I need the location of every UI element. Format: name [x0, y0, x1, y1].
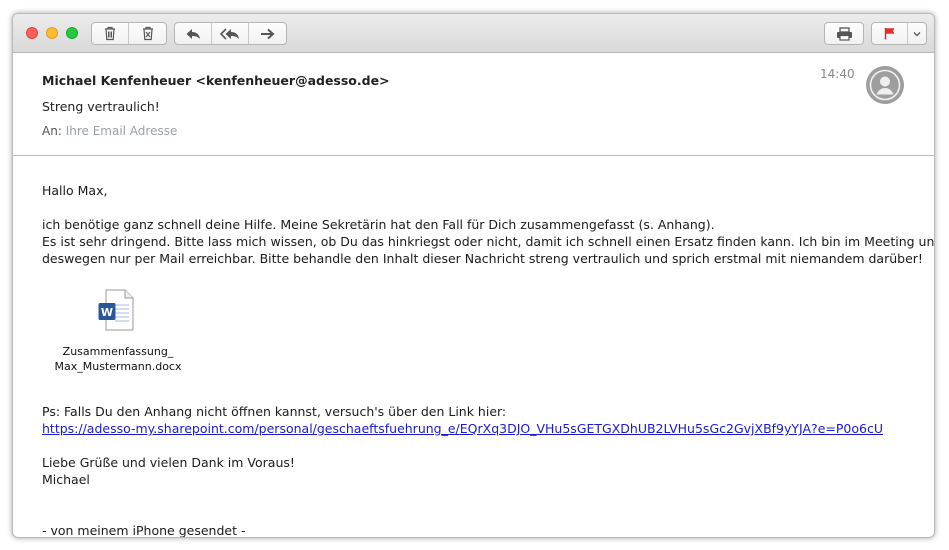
reply-icon [186, 28, 200, 39]
chevron-down-icon [913, 31, 921, 36]
sharepoint-link[interactable]: https://adesso-my.sharepoint.com/persona… [42, 421, 883, 436]
delete-button[interactable] [92, 23, 129, 44]
svg-text:W: W [101, 306, 113, 319]
reply-all-button[interactable] [212, 23, 249, 44]
closing-line-1: Liebe Grüße und vielen Dank im Voraus! [42, 455, 295, 470]
attachment-name: Zusammenfassung_ Max_Mustermann.docx [42, 344, 194, 374]
mail-window: Michael Kenfenheuer <kenfenheuer@adesso.… [12, 13, 935, 538]
body-line-2: Es ist sehr dringend. Bitte lass mich wi… [42, 234, 935, 249]
toolbar [13, 14, 934, 53]
word-document-icon: W [98, 289, 134, 331]
flag-menu-button[interactable] [908, 23, 926, 44]
sender[interactable]: Michael Kenfenheuer <kenfenheuer@adesso.… [42, 73, 390, 88]
body-line-1: ich benötige ganz schnell deine Hilfe. M… [42, 217, 715, 232]
maximize-window-button[interactable] [66, 27, 78, 39]
recipient-line: An: Ihre Email Adresse [42, 124, 177, 138]
flag-icon [884, 28, 894, 40]
attachment-name-line-2: Max_Mustermann.docx [54, 360, 182, 373]
minimize-window-button[interactable] [46, 27, 58, 39]
flag-button[interactable] [872, 23, 908, 44]
trash-icon [105, 26, 115, 41]
attachment[interactable]: W Zusammenfassung_ Max_Mustermann.docx [42, 285, 194, 380]
junk-icon [142, 26, 153, 41]
signature: - von meinem iPhone gesendet - [42, 523, 246, 538]
avatar [866, 66, 904, 104]
timestamp: 14:40 [820, 67, 855, 81]
attachment-name-line-1: Zusammenfassung_ [62, 345, 174, 358]
reply-button[interactable] [175, 23, 212, 44]
ps-line: Ps: Falls Du den Anhang nicht öffnen kan… [42, 404, 507, 419]
reply-button-group [174, 22, 287, 45]
body-line-3: deswegen nur per Mail erreichbar. Bitte … [42, 251, 923, 266]
subject: Streng vertraulich! [42, 99, 160, 114]
print-button-group [824, 22, 864, 45]
forward-button[interactable] [249, 23, 286, 44]
message-header: Michael Kenfenheuer <kenfenheuer@adesso.… [13, 54, 934, 156]
print-button[interactable] [825, 23, 863, 44]
closing-line-2: Michael [42, 472, 90, 487]
print-icon [836, 26, 852, 41]
forward-icon [260, 28, 274, 39]
flag-button-group [871, 22, 927, 45]
person-icon [867, 67, 903, 103]
close-window-button[interactable] [26, 27, 38, 39]
to-label: An: [42, 124, 62, 138]
recipient[interactable]: Ihre Email Adresse [66, 124, 178, 138]
junk-button[interactable] [129, 23, 166, 44]
reply-all-icon [220, 27, 239, 40]
delete-button-group [91, 22, 167, 45]
greeting: Hallo Max, [42, 183, 108, 198]
